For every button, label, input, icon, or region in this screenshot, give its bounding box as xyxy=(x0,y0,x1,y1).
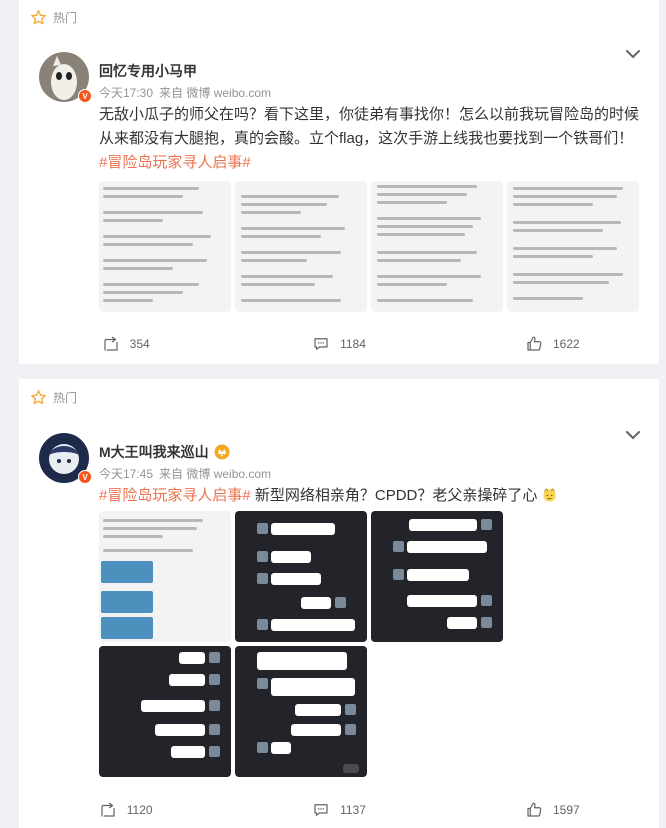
like-count: 1597 xyxy=(552,803,580,817)
image-thumb[interactable] xyxy=(371,511,503,642)
image-thumb[interactable] xyxy=(99,646,231,777)
image-thumb[interactable] xyxy=(507,181,639,312)
member-crown-icon[interactable] xyxy=(214,444,230,460)
comment-count: 1137 xyxy=(340,803,366,817)
like-count: 1622 xyxy=(552,337,580,351)
action-bar: 354 1184 1622 xyxy=(19,335,659,353)
action-bar: 1120 1137 1597 xyxy=(19,801,659,819)
post-card: 热门 V 回忆专用小马甲 今天17:30 来自 微博 weibo.com 无敌小瓜… xyxy=(19,0,659,364)
comment-icon xyxy=(314,804,328,816)
like-icon xyxy=(527,336,542,351)
like-button[interactable]: 1597 xyxy=(446,801,659,819)
image-strip xyxy=(99,181,639,312)
repost-button[interactable]: 354 xyxy=(19,335,232,353)
image-grid-row xyxy=(99,511,503,642)
username-row: M大王叫我来巡山 xyxy=(99,442,230,462)
post-source: 来自 微博 weibo.com xyxy=(159,86,272,100)
image-thumb[interactable] xyxy=(99,511,231,642)
username[interactable]: 回忆专用小马甲 xyxy=(99,61,197,81)
post-source: 来自 微博 weibo.com xyxy=(159,467,272,481)
like-button[interactable]: 1622 xyxy=(446,335,659,353)
chevron-down-icon[interactable] xyxy=(625,430,641,440)
hot-label: 热门 xyxy=(53,390,78,405)
post-time[interactable]: 今天17:45 xyxy=(99,467,153,481)
verified-badge: V xyxy=(78,470,92,484)
repost-icon xyxy=(104,336,118,351)
like-icon xyxy=(527,802,542,817)
hot-tag: 热门 xyxy=(30,8,77,26)
comment-icon xyxy=(314,338,328,350)
hot-label: 热门 xyxy=(53,10,78,25)
image-thumb[interactable] xyxy=(235,511,367,642)
weibo-feed: 热门 V 回忆专用小马甲 今天17:30 来自 微博 weibo.com 无敌小瓜… xyxy=(0,0,666,828)
post-time[interactable]: 今天17:30 xyxy=(99,86,153,100)
post-meta: 今天17:30 来自 微博 weibo.com xyxy=(99,84,277,101)
emoji-icon xyxy=(542,488,556,502)
post-text: 无敌小瓜子的师父在吗？看下这里，你徒弟有事找你！怎么以前我玩冒险岛的时候从来都没… xyxy=(99,103,639,175)
repost-icon xyxy=(101,802,115,817)
comment-button[interactable]: 1184 xyxy=(232,335,445,353)
verified-badge: V xyxy=(78,89,92,103)
post-card: 热门 V M大王叫我来巡山 今天17:45 来自 微博 weibo.com #冒险… xyxy=(19,379,659,828)
repost-button[interactable]: 1120 xyxy=(19,801,232,819)
post-body: 无敌小瓜子的师父在吗？看下这里，你徒弟有事找你！怎么以前我玩冒险岛的时候从来都没… xyxy=(99,106,640,147)
star-icon xyxy=(31,9,46,24)
repost-count: 354 xyxy=(129,337,150,351)
image-grid-row xyxy=(99,646,367,777)
hot-tag: 热门 xyxy=(30,388,77,406)
post-text: #冒险岛玩家寻人启事# 新型网络相亲角？CPDD？老父亲操碎了心 xyxy=(99,484,639,508)
image-thumb[interactable] xyxy=(371,181,503,312)
username[interactable]: M大王叫我来巡山 xyxy=(99,442,209,462)
star-icon xyxy=(31,389,46,404)
post-body: 新型网络相亲角？CPDD？老父亲操碎了心 xyxy=(250,487,538,504)
hashtag-link[interactable]: #冒险岛玩家寻人启事# xyxy=(99,487,251,504)
comment-button[interactable]: 1137 xyxy=(232,801,445,819)
repost-count: 1120 xyxy=(126,803,153,817)
chevron-down-icon[interactable] xyxy=(625,49,641,59)
post-meta: 今天17:45 来自 微博 weibo.com xyxy=(99,465,277,482)
image-thumb[interactable] xyxy=(235,181,367,312)
image-thumb[interactable] xyxy=(235,646,367,777)
comment-count: 1184 xyxy=(340,337,366,351)
hashtag-link[interactable]: #冒险岛玩家寻人启事# xyxy=(99,154,251,171)
image-thumb[interactable] xyxy=(99,181,231,312)
